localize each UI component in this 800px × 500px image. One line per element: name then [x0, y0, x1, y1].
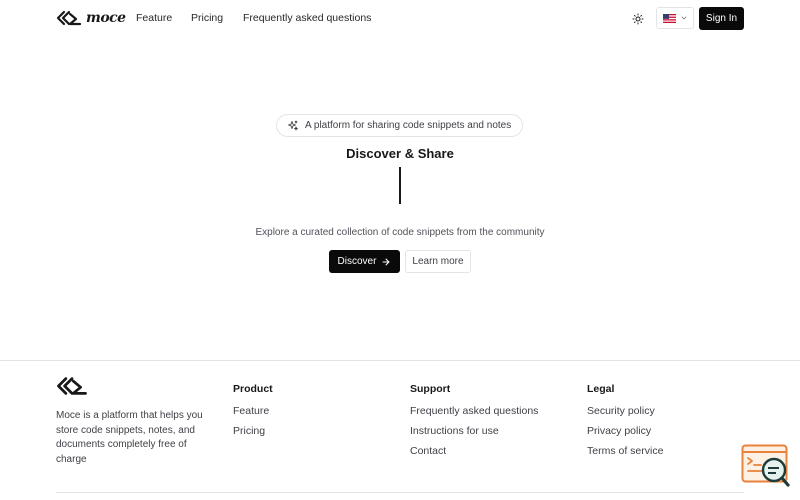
footer-logo[interactable]	[56, 376, 88, 401]
typing-cursor	[399, 167, 401, 204]
hero-title: Discover & Share	[346, 146, 454, 161]
footer-link-instructions[interactable]: Instructions for use	[410, 425, 538, 437]
chevron-down-icon	[681, 16, 686, 20]
footer-column-product: Product Feature Pricing	[233, 383, 273, 445]
learn-more-button[interactable]: Learn more	[405, 250, 471, 273]
footer-link-terms[interactable]: Terms of service	[587, 445, 663, 457]
footer-column-title: Legal	[587, 383, 615, 395]
footer-description: Moce is a platform that helps you store …	[56, 410, 203, 465]
footer-link-contact[interactable]: Contact	[410, 445, 538, 457]
site-header: moce Feature Pricing Frequently asked qu…	[0, 0, 800, 37]
us-flag-icon	[662, 13, 676, 23]
logo-mark-icon	[57, 377, 87, 395]
footer-link-pricing[interactable]: Pricing	[233, 425, 273, 437]
nav-feature[interactable]: Feature	[136, 12, 172, 24]
hero-subtitle: Explore a curated collection of code sni…	[255, 227, 545, 238]
footer-bottom-divider	[56, 492, 744, 493]
hero-badge-text: A platform for sharing code snippets and…	[305, 120, 512, 131]
discover-button[interactable]: Discover	[329, 250, 400, 273]
footer-link-feature[interactable]: Feature	[233, 405, 273, 417]
footer-column-title: Support	[410, 383, 451, 395]
logo-text: moce	[86, 10, 126, 26]
footer-column-support: Support Frequently asked questions Instr…	[410, 383, 538, 465]
logo-mark-icon	[56, 10, 82, 26]
footer-link-faq[interactable]: Frequently asked questions	[410, 405, 538, 417]
code-search-widget-button[interactable]	[741, 444, 791, 490]
arrow-right-icon	[383, 258, 390, 265]
logo[interactable]: moce	[56, 10, 126, 26]
code-search-icon	[741, 444, 790, 487]
nav-pricing[interactable]: Pricing	[191, 12, 223, 24]
footer-column-title: Product	[233, 383, 273, 395]
hero-badge: A platform for sharing code snippets and…	[276, 114, 523, 137]
language-select[interactable]	[656, 7, 694, 29]
nav-faq[interactable]: Frequently asked questions	[243, 12, 371, 24]
sun-icon	[632, 13, 643, 24]
discover-button-label: Discover	[337, 256, 377, 267]
footer-column-legal: Legal Security policy Privacy policy Ter…	[587, 383, 663, 465]
footer-link-privacy[interactable]: Privacy policy	[587, 425, 663, 437]
sparkles-icon	[288, 120, 298, 130]
footer-link-security[interactable]: Security policy	[587, 405, 663, 417]
footer-divider	[0, 360, 800, 361]
sign-in-button[interactable]: Sign In	[699, 7, 744, 30]
theme-toggle-button[interactable]	[629, 10, 646, 27]
